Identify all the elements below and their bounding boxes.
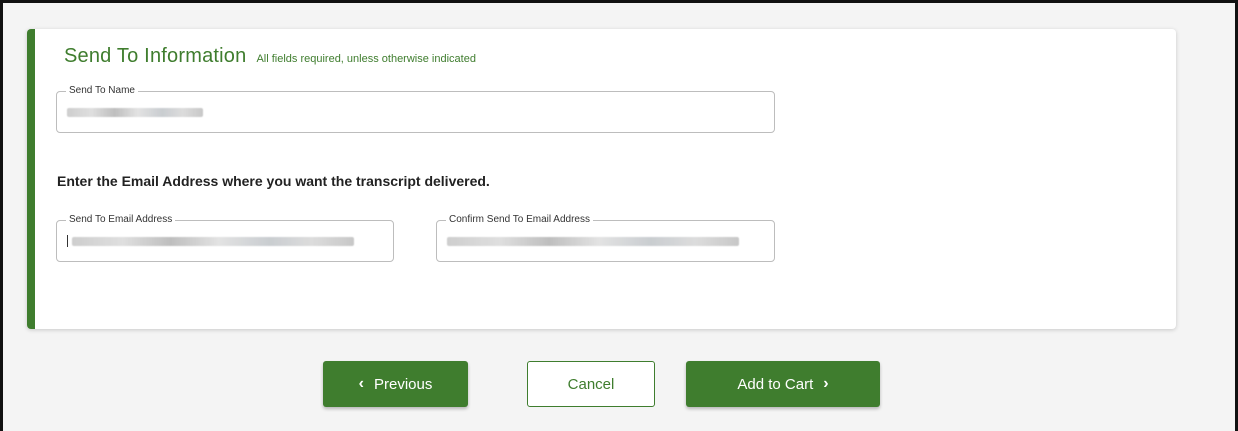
cancel-button-label: Cancel <box>567 375 615 393</box>
chevron-left-icon: ‹ <box>358 375 364 392</box>
email-instructions: Enter the Email Address where you want t… <box>57 173 490 189</box>
redacted-value <box>72 236 354 246</box>
chevron-right-icon: › <box>823 375 829 392</box>
confirm-email-input[interactable] <box>447 227 764 255</box>
send-to-name-input[interactable] <box>67 98 764 126</box>
add-to-cart-button[interactable]: Add to Cart › <box>686 361 880 407</box>
cancel-button[interactable]: Cancel <box>527 361 655 407</box>
section-subtitle: All fields required, unless otherwise in… <box>256 53 476 65</box>
section-heading: Send To Information All fields required,… <box>64 45 476 68</box>
confirm-email-label: Confirm Send To Email Address <box>449 214 590 225</box>
previous-button[interactable]: ‹ Previous <box>323 361 468 407</box>
text-caret <box>67 235 68 247</box>
redacted-value <box>67 107 203 117</box>
send-to-information-card: Send To Information All fields required,… <box>27 29 1176 329</box>
send-to-email-label: Send To Email Address <box>69 214 173 225</box>
redacted-value <box>447 236 739 246</box>
send-to-email-field[interactable]: Send To Email Address <box>56 214 394 262</box>
send-to-name-field[interactable]: Send To Name <box>56 85 775 133</box>
section-title: Send To Information <box>64 45 247 67</box>
send-to-name-label: Send To Name <box>69 85 135 96</box>
confirm-email-field[interactable]: Confirm Send To Email Address <box>436 214 775 262</box>
send-to-email-input[interactable] <box>67 227 383 255</box>
previous-button-label: Previous <box>373 375 433 393</box>
add-to-cart-button-label: Add to Cart <box>737 375 814 393</box>
